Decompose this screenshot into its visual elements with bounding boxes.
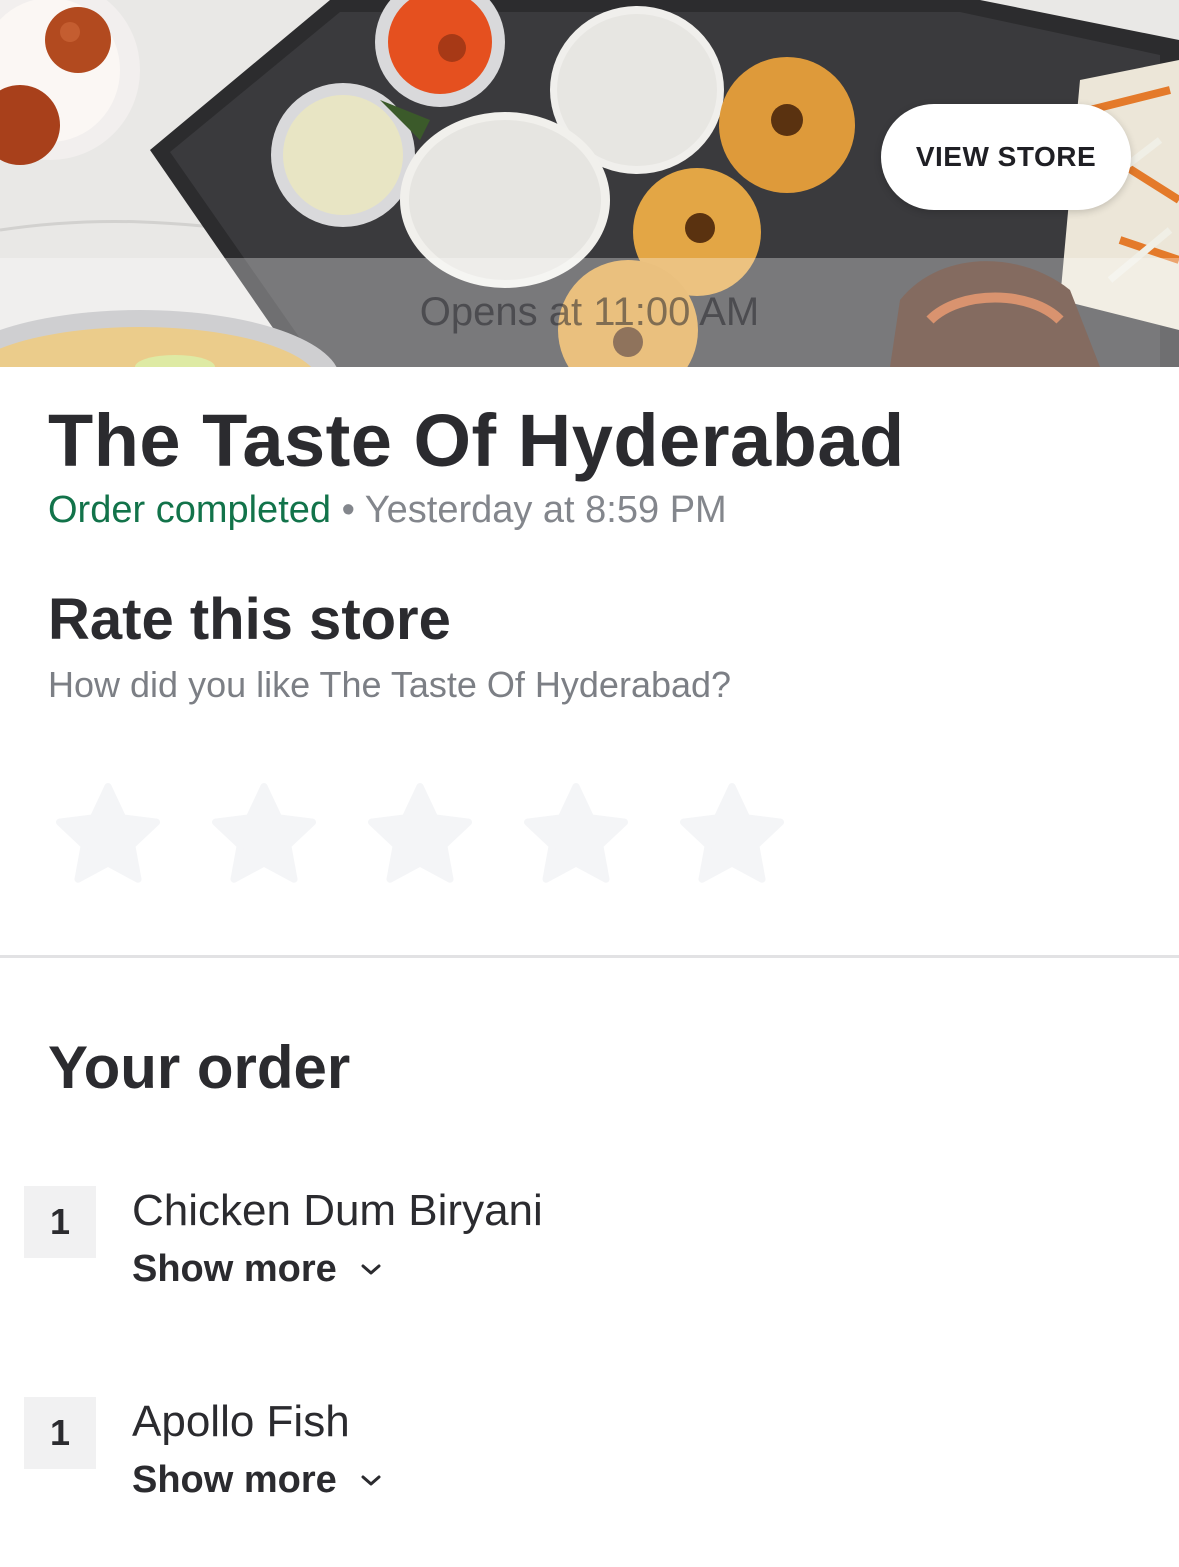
separator-dot: • xyxy=(341,489,355,531)
star-icon[interactable] xyxy=(48,778,168,892)
rate-store-title: Rate this store xyxy=(48,587,451,652)
store-hours-text: Opens at 11:00 AM xyxy=(419,290,760,334)
rate-store-prompt: How did you like The Taste Of Hyderabad? xyxy=(48,664,732,705)
view-store-button[interactable]: VIEW STORE xyxy=(881,104,1131,210)
show-more-label: Show more xyxy=(132,1248,337,1290)
order-item: 1 Apollo Fish Show more xyxy=(0,1397,1179,1537)
order-status: Order completed xyxy=(48,489,332,531)
item-name: Chicken Dum Biryani xyxy=(132,1186,543,1235)
order-status-line: Order completed • Yesterday at 8:59 PM xyxy=(48,489,727,532)
chevron-down-icon xyxy=(361,1264,381,1274)
order-item: 1 Chicken Dum Biryani Show more xyxy=(0,1186,1179,1326)
your-order-heading: Your order xyxy=(48,1034,351,1101)
store-hero-image: Opens at 11:00 AM VIEW STORE xyxy=(0,0,1179,367)
section-divider xyxy=(0,955,1179,958)
item-name: Apollo Fish xyxy=(132,1397,350,1446)
item-quantity: 1 xyxy=(24,1186,96,1258)
show-more-button[interactable]: Show more xyxy=(132,1248,383,1291)
star-icon[interactable] xyxy=(516,778,636,892)
show-more-label: Show more xyxy=(132,1459,337,1501)
store-name: The Taste Of Hyderabad xyxy=(48,399,905,482)
order-timestamp: Yesterday at 8:59 PM xyxy=(364,489,727,531)
item-quantity: 1 xyxy=(24,1397,96,1469)
star-icon[interactable] xyxy=(672,778,792,892)
star-icon[interactable] xyxy=(360,778,480,892)
show-more-button[interactable]: Show more xyxy=(132,1459,383,1502)
chevron-down-icon xyxy=(361,1475,381,1485)
star-icon[interactable] xyxy=(204,778,324,892)
